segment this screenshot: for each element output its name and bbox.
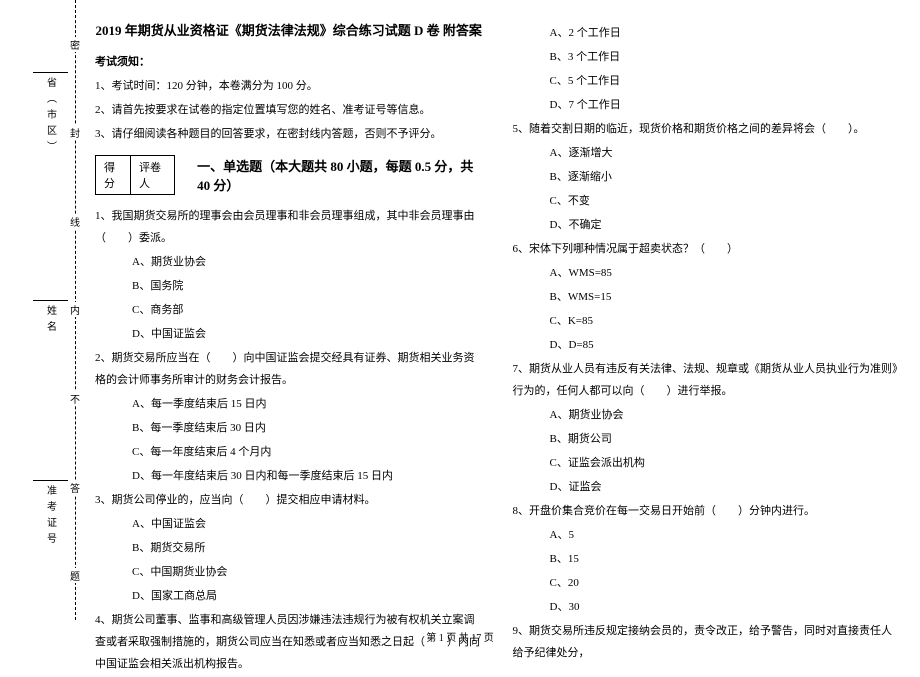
option-text: A、中国证监会 [95, 513, 483, 535]
option-text: B、国务院 [95, 275, 483, 297]
seal-char: 密 [70, 37, 80, 52]
question-text: 5、随着交割日期的临近，现货价格和期货价格之间的差异将会（ ）。 [513, 118, 901, 140]
notice-item: 1、考试时间：120 分钟，本卷满分为 100 分。 [95, 75, 483, 97]
option-text: D、D=85 [513, 334, 901, 356]
option-text: D、中国证监会 [95, 323, 483, 345]
seal-marks: 密 封 线 内 不 答 题 [68, 0, 82, 620]
option-text: C、不变 [513, 190, 901, 212]
option-text: C、中国期货业协会 [95, 561, 483, 583]
question-text: 7、期货从业人员有违反有关法律、法规、规章或《期货从业人员执业行为准则》行为的，… [513, 358, 901, 402]
option-text: A、每一季度结束后 15 日内 [95, 393, 483, 415]
option-text: B、15 [513, 548, 901, 570]
field-name: 姓名 [33, 300, 68, 337]
option-text: A、5 [513, 524, 901, 546]
question-text: 6、宋体下列哪种情况属于超卖状态？（ ） [513, 238, 901, 260]
option-text: D、国家工商总局 [95, 585, 483, 607]
option-text: D、证监会 [513, 476, 901, 498]
option-text: C、证监会派出机构 [513, 452, 901, 474]
section-heading: 一、单选题（本大题共 80 小题，每题 0.5 分，共 40 分） [197, 156, 482, 194]
exam-page: 省（市区） 姓名 准考证号 密 封 线 内 不 答 题 2019 年期货从业资格… [0, 0, 920, 650]
option-text: C、5 个工作日 [513, 70, 901, 92]
option-text: D、7 个工作日 [513, 94, 901, 116]
question-text: 8、开盘价集合竞价在每一交易日开始前（ ）分钟内进行。 [513, 500, 901, 522]
seal-char: 题 [70, 568, 80, 583]
right-column: A、2 个工作日 B、3 个工作日 C、5 个工作日 D、7 个工作日 5、随着… [513, 20, 901, 677]
notice-item: 2、请首先按要求在试卷的指定位置填写您的姓名、准考证号等信息。 [95, 99, 483, 121]
question-text: 1、我国期货交易所的理事会由会员理事和非会员理事组成，其中非会员理事由（ ）委派… [95, 205, 483, 249]
option-text: C、20 [513, 572, 901, 594]
score-box: 得分 评卷人 [95, 155, 175, 195]
exam-title: 2019 年期货从业资格证《期货法律法规》综合练习试题 D 卷 附答案 [95, 20, 483, 39]
question-text: 3、期货公司停业的，应当向（ ）提交相应申请材料。 [95, 489, 483, 511]
label-province: 省（市区） [43, 77, 58, 157]
option-text: D、不确定 [513, 214, 901, 236]
option-text: A、期货业协会 [95, 251, 483, 273]
option-text: D、每一年度结束后 30 日内和每一季度结束后 15 日内 [95, 465, 483, 487]
seal-char: 答 [70, 480, 80, 495]
question-text: 2、期货交易所应当在（ ）向中国证监会提交经具有证券、期货相关业务资格的会计师事… [95, 347, 483, 391]
option-text: A、WMS=85 [513, 262, 901, 284]
field-ticket: 准考证号 [33, 480, 68, 549]
score-label: 得分 [96, 156, 131, 194]
option-text: B、期货公司 [513, 428, 901, 450]
option-text: D、30 [513, 596, 901, 618]
score-row: 得分 评卷人 一、单选题（本大题共 80 小题，每题 0.5 分，共 40 分） [95, 147, 483, 203]
seal-char: 不 [70, 391, 80, 406]
grader-label: 评卷人 [131, 156, 174, 194]
seal-char: 线 [70, 214, 80, 229]
option-text: C、每一年度结束后 4 个月内 [95, 441, 483, 463]
option-text: B、WMS=15 [513, 286, 901, 308]
option-text: B、期货交易所 [95, 537, 483, 559]
option-text: C、K=85 [513, 310, 901, 332]
option-text: B、逐渐缩小 [513, 166, 901, 188]
option-text: C、商务部 [95, 299, 483, 321]
option-text: B、每一季度结束后 30 日内 [95, 417, 483, 439]
field-province: 省（市区） [33, 72, 68, 157]
page-footer: 第 1 页 共 17 页 [0, 629, 920, 644]
seal-char: 封 [70, 125, 80, 140]
label-name: 姓名 [43, 305, 58, 337]
label-ticket: 准考证号 [43, 485, 58, 549]
notice-item: 3、请仔细阅读各种题目的回答要求，在密封线内答题，否则不予评分。 [95, 123, 483, 145]
option-text: A、期货业协会 [513, 404, 901, 426]
left-column: 2019 年期货从业资格证《期货法律法规》综合练习试题 D 卷 附答案 考试须知… [95, 20, 483, 677]
content-area: 2019 年期货从业资格证《期货法律法规》综合练习试题 D 卷 附答案 考试须知… [95, 20, 900, 677]
notice-heading: 考试须知： [95, 53, 483, 69]
seal-char: 内 [70, 302, 80, 317]
option-text: A、逐渐增大 [513, 142, 901, 164]
option-text: B、3 个工作日 [513, 46, 901, 68]
option-text: A、2 个工作日 [513, 22, 901, 44]
